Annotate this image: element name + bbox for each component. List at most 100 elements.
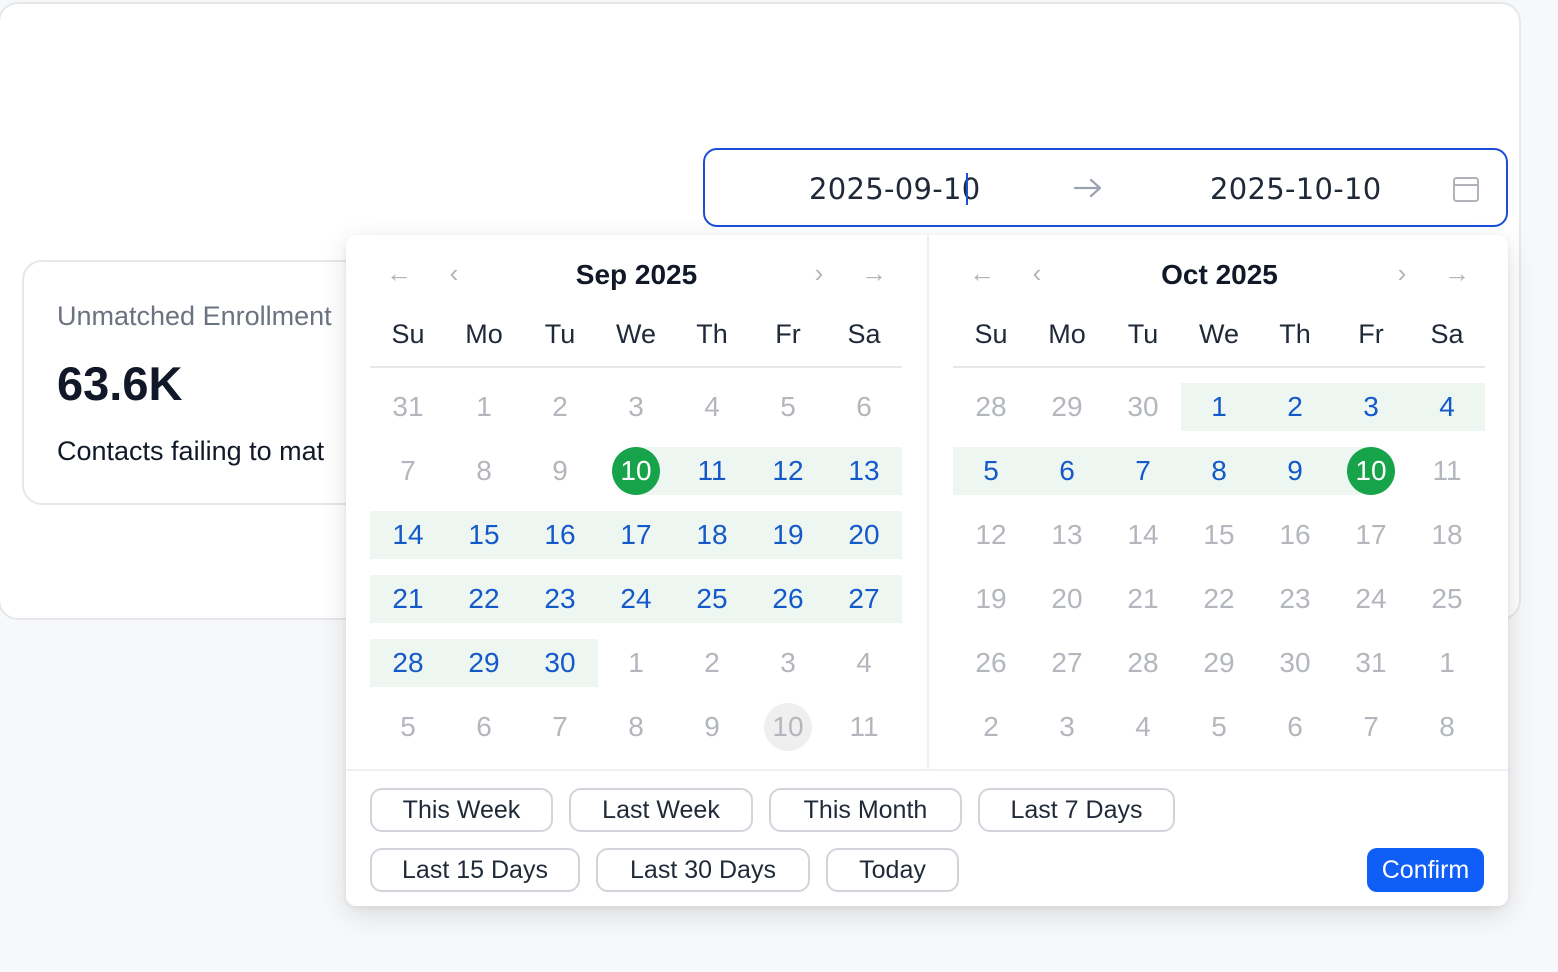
- day-cell[interactable]: 30: [1105, 383, 1181, 431]
- preset-this-month-button[interactable]: This Month: [769, 788, 962, 832]
- day-cell[interactable]: 8: [598, 703, 674, 751]
- end-date-input[interactable]: 2025-10-10: [1210, 172, 1382, 206]
- day-cell[interactable]: 2: [522, 383, 598, 431]
- preset-last-week-button[interactable]: Last Week: [569, 788, 753, 832]
- day-cell[interactable]: 29: [1029, 383, 1105, 431]
- day-cell[interactable]: 1: [598, 639, 674, 687]
- day-cell[interactable]: 9: [522, 447, 598, 495]
- day-cell[interactable]: 9: [1257, 447, 1333, 495]
- day-cell[interactable]: 3: [598, 383, 674, 431]
- day-cell[interactable]: 9: [674, 703, 750, 751]
- day-cell[interactable]: 5: [1181, 703, 1257, 751]
- day-cell[interactable]: 6: [446, 703, 522, 751]
- day-cell[interactable]: 28: [953, 383, 1029, 431]
- day-cell[interactable]: 6: [1029, 447, 1105, 495]
- day-cell[interactable]: 2: [953, 703, 1029, 751]
- day-cell[interactable]: 3: [750, 639, 826, 687]
- day-cell[interactable]: 15: [446, 511, 522, 559]
- preset-today-button[interactable]: Today: [826, 848, 959, 892]
- day-cell[interactable]: 28: [370, 639, 446, 687]
- day-cell[interactable]: 22: [446, 575, 522, 623]
- day-cell[interactable]: 5: [750, 383, 826, 431]
- day-cell[interactable]: 29: [1181, 639, 1257, 687]
- day-cell[interactable]: 8: [1181, 447, 1257, 495]
- day-cell[interactable]: 30: [522, 639, 598, 687]
- day-cell[interactable]: 27: [1029, 639, 1105, 687]
- day-cell[interactable]: 2: [1257, 383, 1333, 431]
- day-cell[interactable]: 24: [598, 575, 674, 623]
- day-cell[interactable]: 27: [826, 575, 902, 623]
- day-cell[interactable]: 11: [674, 447, 750, 495]
- confirm-button[interactable]: Confirm: [1367, 848, 1484, 892]
- day-cell[interactable]: 23: [1257, 575, 1333, 623]
- day-cell[interactable]: 20: [826, 511, 902, 559]
- day-cell[interactable]: 10: [598, 447, 674, 495]
- day-cell[interactable]: 18: [1409, 511, 1485, 559]
- day-cell[interactable]: 8: [1409, 703, 1485, 751]
- preset-this-week-button[interactable]: This Week: [370, 788, 553, 832]
- day-cell[interactable]: 18: [674, 511, 750, 559]
- day-cell[interactable]: 7: [1333, 703, 1409, 751]
- calendar-icon[interactable]: [1452, 175, 1480, 203]
- day-cell[interactable]: 13: [826, 447, 902, 495]
- day-cell[interactable]: 25: [674, 575, 750, 623]
- day-cell[interactable]: 4: [826, 639, 902, 687]
- day-cell[interactable]: 11: [826, 703, 902, 751]
- day-cell[interactable]: 8: [446, 447, 522, 495]
- day-cell[interactable]: 2: [674, 639, 750, 687]
- day-cell[interactable]: 17: [1333, 511, 1409, 559]
- day-cell[interactable]: 21: [1105, 575, 1181, 623]
- date-range-picker-input[interactable]: 2025-09-10 2025-10-10: [703, 148, 1508, 227]
- day-cell[interactable]: 23: [522, 575, 598, 623]
- day-cell[interactable]: 7: [522, 703, 598, 751]
- double-arrow-right-icon[interactable]: →: [1442, 257, 1472, 289]
- day-cell[interactable]: 26: [750, 575, 826, 623]
- day-cell[interactable]: 14: [1105, 511, 1181, 559]
- day-cell[interactable]: 1: [446, 383, 522, 431]
- day-cell[interactable]: 4: [674, 383, 750, 431]
- day-cell[interactable]: 22: [1181, 575, 1257, 623]
- day-cell[interactable]: 16: [522, 511, 598, 559]
- day-cell[interactable]: 20: [1029, 575, 1105, 623]
- preset-last-15-days-button[interactable]: Last 15 Days: [370, 848, 580, 892]
- day-cell[interactable]: 1: [1181, 383, 1257, 431]
- day-cell[interactable]: 6: [1257, 703, 1333, 751]
- day-cell[interactable]: 26: [953, 639, 1029, 687]
- chevron-right-icon[interactable]: ›: [804, 257, 834, 289]
- day-cell[interactable]: 29: [446, 639, 522, 687]
- day-cell[interactable]: 4: [1105, 703, 1181, 751]
- day-cell[interactable]: 4: [1409, 383, 1485, 431]
- day-cell[interactable]: 11: [1409, 447, 1485, 495]
- day-cell[interactable]: 28: [1105, 639, 1181, 687]
- day-cell[interactable]: 19: [750, 511, 826, 559]
- day-cell[interactable]: 7: [370, 447, 446, 495]
- day-cell[interactable]: 12: [750, 447, 826, 495]
- day-cell[interactable]: 7: [1105, 447, 1181, 495]
- day-cell[interactable]: 10: [1333, 447, 1409, 495]
- day-cell[interactable]: 3: [1333, 383, 1409, 431]
- day-cell[interactable]: 21: [370, 575, 446, 623]
- day-cell[interactable]: 31: [370, 383, 446, 431]
- day-cell[interactable]: 5: [953, 447, 1029, 495]
- day-cell[interactable]: 30: [1257, 639, 1333, 687]
- day-cell[interactable]: 3: [1029, 703, 1105, 751]
- day-cell[interactable]: 25: [1409, 575, 1485, 623]
- day-cell[interactable]: 12: [953, 511, 1029, 559]
- day-cell[interactable]: 13: [1029, 511, 1105, 559]
- day-cell[interactable]: 15: [1181, 511, 1257, 559]
- day-cell[interactable]: 17: [598, 511, 674, 559]
- day-cell[interactable]: 14: [370, 511, 446, 559]
- day-cell[interactable]: 5: [370, 703, 446, 751]
- double-arrow-right-icon[interactable]: →: [859, 257, 889, 289]
- day-cell[interactable]: 24: [1333, 575, 1409, 623]
- day-cell[interactable]: 6: [826, 383, 902, 431]
- day-cell[interactable]: 10: [750, 703, 826, 751]
- start-date-input[interactable]: 2025-09-10: [809, 172, 981, 206]
- day-cell[interactable]: 1: [1409, 639, 1485, 687]
- day-cell[interactable]: 16: [1257, 511, 1333, 559]
- preset-last-7-days-button[interactable]: Last 7 Days: [978, 788, 1175, 832]
- preset-last-30-days-button[interactable]: Last 30 Days: [596, 848, 810, 892]
- day-cell[interactable]: 19: [953, 575, 1029, 623]
- chevron-right-icon[interactable]: ›: [1387, 257, 1417, 289]
- day-cell[interactable]: 31: [1333, 639, 1409, 687]
